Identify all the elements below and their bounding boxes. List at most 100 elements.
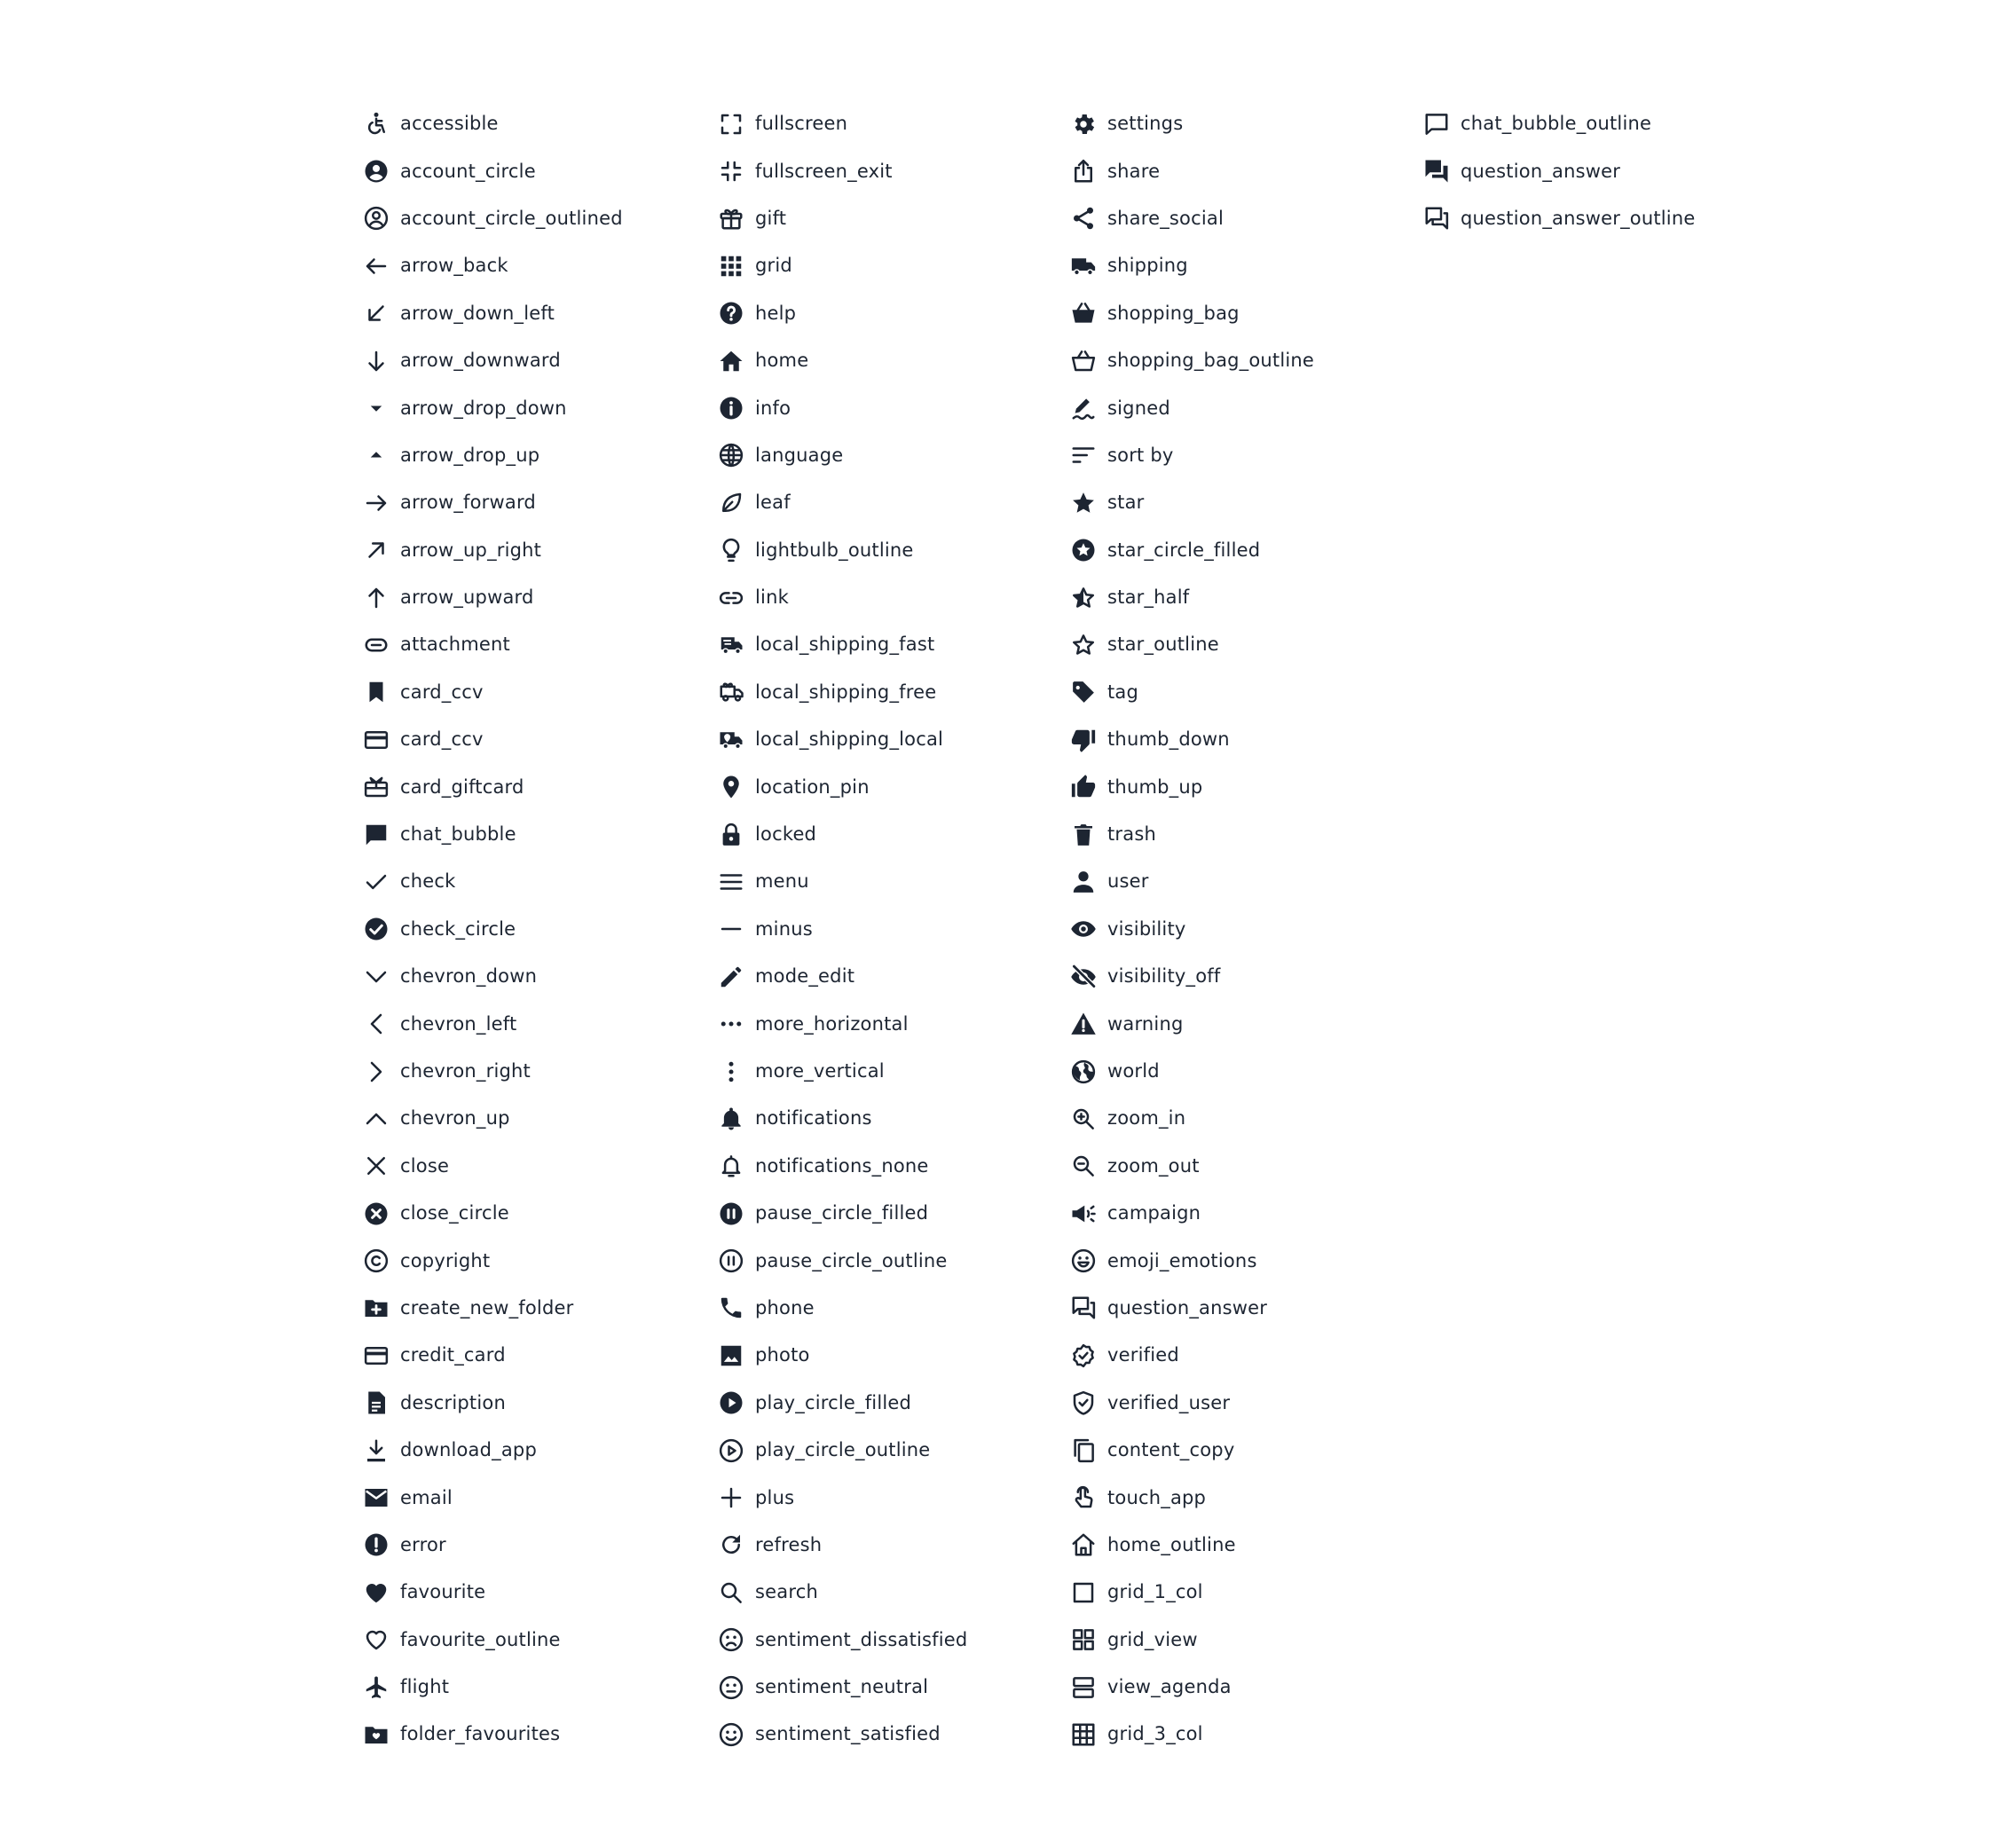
icon-label: world bbox=[1107, 1060, 1160, 1082]
icon-entry-error: error bbox=[363, 1522, 718, 1569]
chat-bubble-outline-icon bbox=[1423, 111, 1450, 138]
icon-entry-notifications-none: notifications_none bbox=[718, 1143, 1070, 1190]
notifications-icon bbox=[718, 1106, 744, 1132]
icon-label: location_pin bbox=[755, 775, 870, 798]
icon-label: question_answer bbox=[1107, 1296, 1268, 1318]
flight-icon bbox=[363, 1674, 390, 1701]
icon-entry-content-copy: content_copy bbox=[1070, 1427, 1423, 1474]
icon-label: sentiment_dissatisfied bbox=[755, 1628, 968, 1650]
icon-entry-account-circle-outlined: account_circle_outlined bbox=[363, 195, 718, 242]
icon-label: visibility bbox=[1107, 917, 1186, 940]
icon-label: download_app bbox=[400, 1439, 537, 1461]
icon-label: local_shipping_fast bbox=[755, 634, 935, 656]
icon-entry-local-shipping-fast: local_shipping_fast bbox=[718, 621, 1070, 668]
icon-label: chevron_right bbox=[400, 1060, 531, 1082]
icon-entry-folder-favourites: folder_favourites bbox=[363, 1711, 718, 1758]
grid-icon bbox=[718, 253, 744, 279]
icon-label: star_circle_filled bbox=[1107, 539, 1261, 561]
shopping-bag-icon bbox=[1070, 300, 1097, 327]
icon-label: more_horizontal bbox=[755, 1012, 909, 1035]
icon-label: favourite bbox=[400, 1581, 486, 1603]
icon-entry-zoom-in: zoom_in bbox=[1070, 1095, 1423, 1142]
icon-entry-arrow-back: arrow_back bbox=[363, 242, 718, 289]
icon-label: chevron_down bbox=[400, 965, 538, 988]
icon-label: language bbox=[755, 444, 844, 466]
icon-entry-favourite-outline: favourite_outline bbox=[363, 1617, 718, 1664]
credit-card-icon bbox=[363, 1342, 390, 1369]
icon-label: shopping_bag bbox=[1107, 302, 1240, 324]
icon-entry-local-shipping-local: local_shipping_local bbox=[718, 716, 1070, 763]
icon-entry-chevron-down: chevron_down bbox=[363, 953, 718, 1000]
icon-entry-thumb-up: thumb_up bbox=[1070, 763, 1423, 810]
icon-label: tag bbox=[1107, 681, 1139, 703]
icon-label: verified bbox=[1107, 1344, 1179, 1366]
icon-label: play_circle_filled bbox=[755, 1391, 912, 1413]
icon-label: local_shipping_local bbox=[755, 728, 944, 751]
local-shipping-free-icon bbox=[718, 679, 744, 705]
icon-label: flight bbox=[400, 1676, 450, 1698]
icon-label: minus bbox=[755, 917, 813, 940]
icon-column-4: chat_bubble_outline question_answer questi… bbox=[1423, 100, 1778, 1759]
grid-1-col-icon bbox=[1070, 1579, 1097, 1606]
visibility-off-icon bbox=[1070, 964, 1097, 990]
icon-entry-lightbulb-outline: lightbulb_outline bbox=[718, 527, 1070, 574]
icon-label: share_social bbox=[1107, 207, 1224, 229]
info-icon bbox=[718, 395, 744, 421]
icon-entry-question-answer-outline: question_answer bbox=[1070, 1285, 1423, 1332]
icon-entry-signed: signed bbox=[1070, 384, 1423, 431]
icon-entry-question-answer: question_answer bbox=[1423, 147, 1778, 194]
icon-entry-user: user bbox=[1070, 858, 1423, 905]
icon-label: card_ccv bbox=[400, 681, 484, 703]
star-outline-icon bbox=[1070, 632, 1097, 658]
icon-label: warning bbox=[1107, 1012, 1184, 1035]
attachment-icon bbox=[363, 632, 390, 658]
location-pin-icon bbox=[718, 774, 744, 800]
icon-label: lightbulb_outline bbox=[755, 539, 914, 561]
icon-entry-home-outline: home_outline bbox=[1070, 1522, 1423, 1569]
icon-label: pause_circle_outline bbox=[755, 1249, 948, 1271]
icon-label: folder_favourites bbox=[400, 1723, 561, 1745]
help-icon bbox=[718, 300, 744, 327]
icon-entry-verified-user: verified_user bbox=[1070, 1380, 1423, 1427]
home-icon bbox=[718, 348, 744, 374]
icon-label: search bbox=[755, 1581, 818, 1603]
locked-icon bbox=[718, 822, 744, 848]
icon-entry-tag: tag bbox=[1070, 669, 1423, 716]
icon-entry-visibility: visibility bbox=[1070, 906, 1423, 953]
question-answer-outline-icon bbox=[1423, 205, 1450, 232]
arrow-up-right-icon bbox=[363, 537, 390, 563]
sentiment-dissatisfied-icon bbox=[718, 1626, 744, 1653]
icon-entry-grid-3-col: grid_3_col bbox=[1070, 1711, 1423, 1758]
icon-label: zoom_in bbox=[1107, 1107, 1186, 1130]
icon-label: notifications bbox=[755, 1107, 872, 1130]
thumb-down-icon bbox=[1070, 727, 1097, 753]
icon-entry-local-shipping-free: local_shipping_free bbox=[718, 669, 1070, 716]
icon-label: favourite_outline bbox=[400, 1628, 561, 1650]
icon-label: email bbox=[400, 1486, 453, 1508]
card-giftcard-icon bbox=[363, 774, 390, 800]
icon-entry-language: language bbox=[718, 432, 1070, 479]
icon-entry-sentiment-dissatisfied: sentiment_dissatisfied bbox=[718, 1617, 1070, 1664]
icon-entry-check-circle: check_circle bbox=[363, 906, 718, 953]
icon-entry-arrow-drop-up: arrow_drop_up bbox=[363, 432, 718, 479]
check-circle-icon bbox=[363, 916, 390, 942]
icon-label: thumb_down bbox=[1107, 728, 1230, 751]
icon-entry-campaign: campaign bbox=[1070, 1190, 1423, 1237]
question-answer-outline-icon bbox=[1070, 1295, 1097, 1321]
icon-entry-link: link bbox=[718, 574, 1070, 621]
icon-entry-more-horizontal: more_horizontal bbox=[718, 1000, 1070, 1047]
arrow-downward-icon bbox=[363, 348, 390, 374]
icon-entry-arrow-drop-down: arrow_drop_down bbox=[363, 384, 718, 431]
icon-label: user bbox=[1107, 870, 1149, 893]
icon-entry-arrow-up-right: arrow_up_right bbox=[363, 527, 718, 574]
icon-label: close bbox=[400, 1154, 450, 1177]
user-icon bbox=[1070, 869, 1097, 895]
icon-label: locked bbox=[755, 823, 817, 846]
icon-label: leaf bbox=[755, 492, 791, 514]
icon-entry-flight: flight bbox=[363, 1664, 718, 1711]
icon-label: signed bbox=[1107, 397, 1170, 419]
icon-entry-play-circle-filled: play_circle_filled bbox=[718, 1380, 1070, 1427]
signed-icon bbox=[1070, 395, 1097, 421]
icon-label: menu bbox=[755, 870, 809, 893]
icon-entry-gift: gift bbox=[718, 195, 1070, 242]
